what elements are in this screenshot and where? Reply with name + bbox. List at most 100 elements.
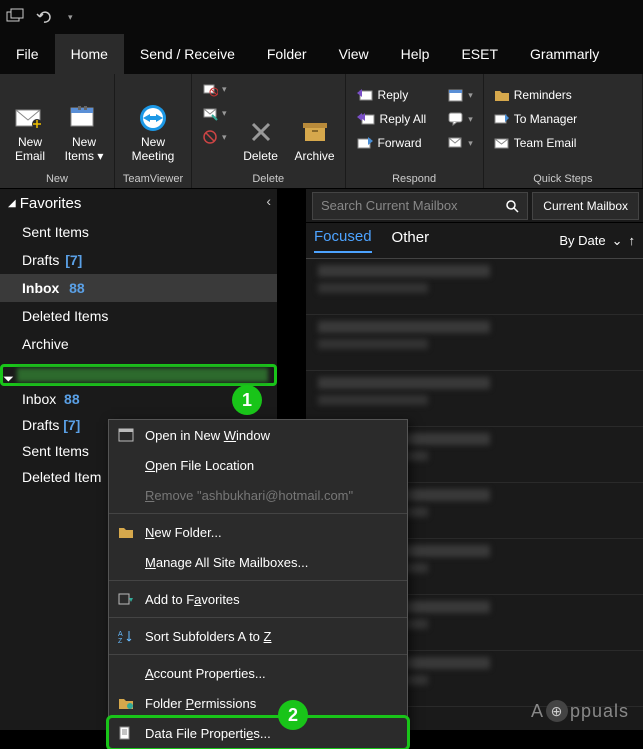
sort-icon: AZ [117,627,135,645]
im-button[interactable]: ▾ [444,108,477,130]
title-bar: ▾ [0,0,643,34]
account-label-redacted [17,368,268,382]
expand-icon: ◢ [8,198,16,209]
folder-icon [494,88,510,102]
delete-icon [245,116,277,148]
quickstep-reminders[interactable]: Reminders [490,84,581,106]
ribbon-group-delete: ▾ ▾ ▾ Delete Archive Delete [192,74,346,188]
ribbon-group-teamviewer: New Meeting TeamViewer [115,74,192,188]
mail-icon [494,136,510,150]
tab-file[interactable]: File [0,34,55,74]
new-items-button[interactable]: New Items ▾ [60,78,108,164]
junk-button[interactable]: ▾ [198,126,231,148]
tab-help[interactable]: Help [385,34,446,74]
label: Reply All [380,112,427,126]
ribbon-tabs: File Home Send / Receive Folder View Hel… [0,34,643,74]
tab-view[interactable]: View [323,34,385,74]
tab-folder[interactable]: Folder [251,34,323,74]
folder-drafts[interactable]: Drafts [7] [0,246,277,274]
callout-2: 2 [278,700,308,730]
label: Archive [295,150,335,164]
watermark-icon: ⊕ [546,700,568,722]
ctx-account-properties[interactable]: Account Properties... [109,658,407,688]
callout-1: 1 [232,385,262,415]
ignore-button[interactable]: ▾ [198,78,231,100]
label: New Folder... [145,525,222,540]
folder-inbox[interactable]: Inbox 88 [0,274,277,302]
search-scope-dropdown[interactable]: Current Mailbox [532,192,639,220]
search-icon[interactable] [505,199,519,213]
ctx-add-to-favorites[interactable]: Add to Favorites [109,584,407,614]
message-item[interactable] [306,259,643,315]
tab-eset[interactable]: ESET [445,34,514,74]
mail-tabs: Focused Other By Date ⌄ ↑ [306,223,643,259]
favorites-header[interactable]: ◢ Favorites [0,189,277,218]
label: Favorites [20,195,82,212]
tab-send-receive[interactable]: Send / Receive [124,34,251,74]
separator [109,513,407,514]
group-label: New [0,171,114,188]
separator [109,617,407,618]
context-menu: Open in New Window Open File Location Re… [108,419,408,749]
separator [109,654,407,655]
favorite-icon [117,590,135,608]
archive-icon [299,116,331,148]
mail-tab-focused[interactable]: Focused [314,228,372,253]
reply-all-button[interactable]: Reply All [352,108,431,130]
label: Items ▾ [65,150,104,164]
folder-deleted-items[interactable]: Deleted Items [0,302,277,330]
tab-home[interactable]: Home [55,34,124,74]
delete-button[interactable]: Delete [237,78,285,164]
new-items-icon [68,102,100,134]
search-input[interactable]: Search Current Mailbox [312,192,528,220]
blank-icon [117,553,135,571]
ctx-manage-mailboxes[interactable]: Manage All Site Mailboxes... [109,547,407,577]
message-item[interactable] [306,315,643,371]
ctx-open-new-window[interactable]: Open in New Window [109,420,407,450]
label: Open File Location [145,458,254,473]
chevron-down-icon: ⌄ [612,233,623,249]
group-label: Quick Steps [484,171,642,188]
account-node[interactable] [0,364,277,386]
label: New [141,136,165,150]
label: Forward [378,136,422,150]
mail-tab-other[interactable]: Other [392,229,430,252]
cleanup-button[interactable]: ▾ [198,102,231,124]
ctx-open-file-location[interactable]: Open File Location [109,450,407,480]
folder-sent-items[interactable]: Sent Items [0,218,277,246]
reply-button[interactable]: Reply [352,84,431,106]
label: Meeting [132,150,175,164]
label: New [18,136,42,150]
forward-icon [356,136,374,150]
folder-archive[interactable]: Archive [0,330,277,358]
qat-customize-dropdown[interactable]: ▾ [64,12,77,23]
ctx-folder-permissions[interactable]: Folder Permissions [109,688,407,718]
sort-direction-icon: ↑ [629,233,636,248]
quickstep-to-manager[interactable]: To Manager [490,108,581,130]
more-respond-button[interactable]: ▾ [444,132,477,154]
blank-icon [117,664,135,682]
meeting-button[interactable]: ▾ [444,84,477,106]
ctx-data-file-properties[interactable]: Data File Properties... [109,718,407,748]
sort-button[interactable]: By Date ⌄ ↑ [559,233,635,249]
ctx-new-folder[interactable]: New Folder... [109,517,407,547]
label: Sort Subfolders A to Z [145,629,271,644]
label: Reminders [514,88,572,102]
ctx-sort-az[interactable]: AZ Sort Subfolders A to Z [109,621,407,651]
forward-icon [494,112,510,126]
label: New [72,136,96,150]
archive-button[interactable]: Archive [291,78,339,164]
watermark: A ⊕ ppuals [531,700,629,722]
tab-grammarly[interactable]: Grammarly [514,34,615,74]
forward-button[interactable]: Forward [352,132,431,154]
quickstep-team-email[interactable]: Team Email [490,132,581,154]
delete-small-buttons: ▾ ▾ ▾ [198,78,231,148]
undo-button[interactable] [32,5,56,29]
group-label: TeamViewer [115,171,191,188]
new-email-button[interactable]: New Email [6,78,54,164]
collapse-pane-button[interactable]: ‹ [266,193,271,209]
label: Email [15,150,45,164]
new-meeting-button[interactable]: New Meeting [121,78,185,164]
teamviewer-icon [137,102,169,134]
ribbon: New Email New Items ▾ New New Meeting [0,74,643,189]
